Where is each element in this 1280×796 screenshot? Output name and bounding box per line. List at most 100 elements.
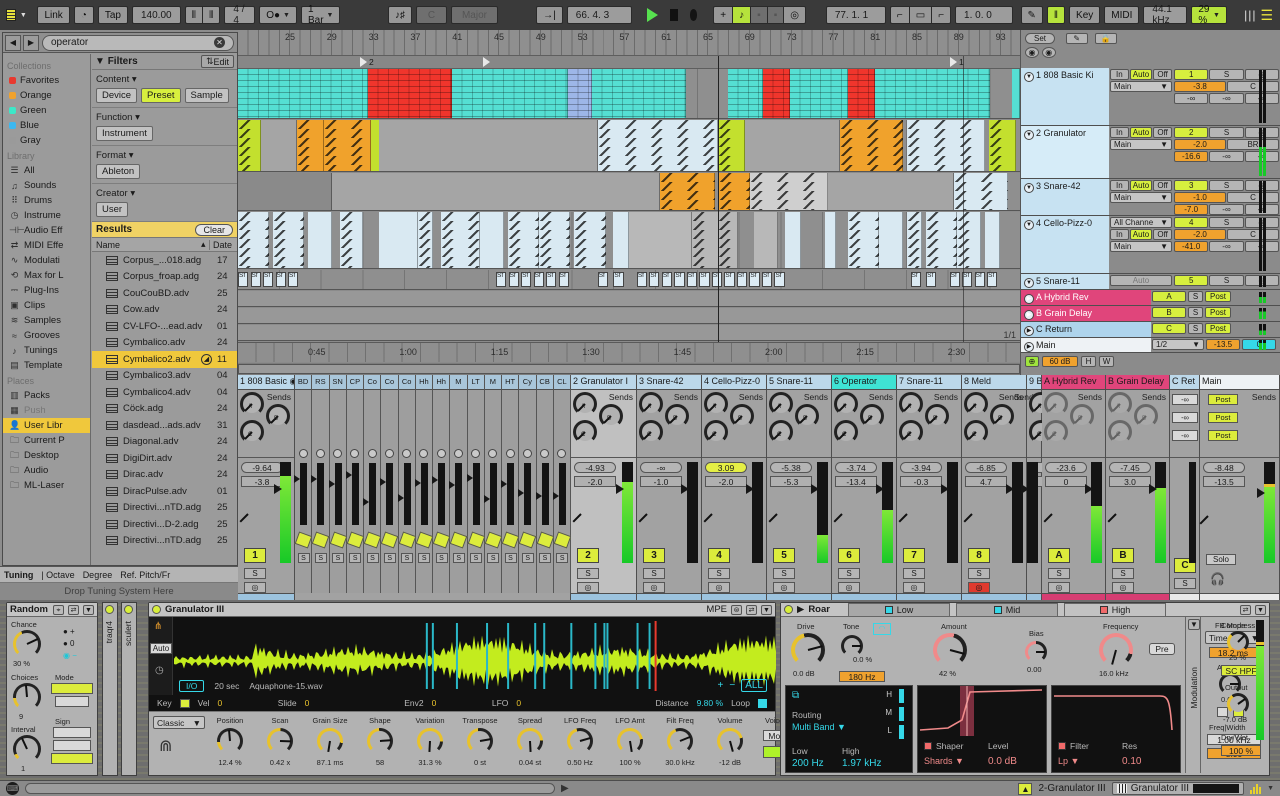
send-b-knob[interactable]: B bbox=[990, 404, 1014, 428]
solo-button[interactable]: S bbox=[1048, 568, 1070, 579]
punch-out-button[interactable]: ⌐ bbox=[931, 6, 951, 24]
drum-pad-strip[interactable]: LTS bbox=[468, 375, 485, 593]
loop-toggle[interactable] bbox=[758, 699, 767, 708]
midi-map-button[interactable]: MIDI bbox=[1104, 6, 1139, 24]
solo-button[interactable]: S bbox=[1209, 275, 1243, 286]
send-a-knob[interactable]: A bbox=[573, 392, 597, 416]
date-column-header[interactable]: Date bbox=[209, 240, 237, 250]
send-b-knob[interactable]: B bbox=[795, 404, 819, 428]
locator-lane[interactable]: 21 bbox=[238, 56, 1020, 69]
play-button[interactable] bbox=[647, 8, 658, 22]
gran-knob-transpose[interactable] bbox=[467, 728, 493, 754]
clip[interactable] bbox=[613, 212, 629, 268]
send-b-field[interactable]: -∞ bbox=[1209, 93, 1243, 104]
strip-title[interactable]: 5 Snare-11 bbox=[767, 375, 831, 390]
clip[interactable] bbox=[660, 173, 715, 210]
clip[interactable] bbox=[957, 212, 980, 268]
file-row[interactable]: Cow.adv24 bbox=[92, 302, 237, 319]
track-name[interactable]: ▼3 Snare-42 bbox=[1021, 179, 1109, 215]
computer-midi-keyboard-icon[interactable]: ⌨ bbox=[6, 782, 19, 795]
polarity-minus[interactable]: ◉ − bbox=[63, 651, 77, 660]
track-number[interactable]: 4 bbox=[708, 548, 730, 563]
menu-icon[interactable]: ☰ bbox=[1260, 7, 1274, 24]
drum-pad-strip[interactable]: CyS bbox=[519, 375, 536, 593]
collection-item[interactable]: Green bbox=[3, 103, 90, 118]
pad-solo-button[interactable]: S bbox=[539, 553, 551, 563]
solo-button[interactable]: S bbox=[1209, 217, 1243, 228]
solo-button[interactable]: S bbox=[577, 568, 599, 579]
return-name[interactable]: ▶A Hybrid Rev bbox=[1021, 290, 1151, 305]
pad-solo-button[interactable]: S bbox=[384, 553, 396, 563]
pad-volume-value[interactable] bbox=[312, 531, 330, 548]
place-item[interactable]: 🗀Current P bbox=[3, 433, 90, 448]
pad-volume-value[interactable] bbox=[450, 531, 468, 548]
main-output-menu[interactable]: 1/2▼ bbox=[1152, 339, 1204, 350]
collection-item[interactable]: Favorites bbox=[3, 73, 90, 88]
pad-volume-value[interactable] bbox=[484, 531, 502, 548]
clip[interactable] bbox=[452, 69, 568, 118]
sc-hpf-button[interactable]: SC HPF bbox=[1221, 665, 1261, 676]
gran-knob-position[interactable] bbox=[217, 728, 243, 754]
random-device-title[interactable]: Random bbox=[10, 604, 49, 615]
clip[interactable] bbox=[907, 120, 985, 171]
fader-handle[interactable] bbox=[616, 484, 624, 494]
output-routing-menu[interactable]: Main▼ bbox=[1110, 81, 1172, 92]
clip[interactable]: Sf bbox=[687, 272, 697, 287]
clip[interactable] bbox=[379, 120, 598, 171]
post-toggle[interactable]: Post bbox=[1208, 412, 1238, 423]
monitor-in-button[interactable]: In bbox=[1110, 180, 1129, 191]
granulator-title[interactable]: Granulator III bbox=[165, 604, 702, 615]
post-toggle[interactable]: Post bbox=[1208, 394, 1238, 405]
pad-arm-button[interactable] bbox=[402, 449, 411, 458]
gran-knob-grain-size[interactable] bbox=[317, 728, 343, 754]
pad-fader[interactable] bbox=[484, 495, 490, 503]
clip[interactable] bbox=[840, 120, 903, 171]
arm-button[interactable]: ◎ bbox=[903, 582, 925, 593]
volume-display[interactable]: -13.5 bbox=[1203, 476, 1245, 487]
selected-chain-label[interactable]: 2-Granulator III bbox=[1038, 783, 1105, 794]
pad-fader[interactable] bbox=[311, 475, 317, 483]
clip[interactable]: Sf bbox=[724, 272, 734, 287]
solo-button[interactable]: S bbox=[968, 568, 990, 579]
unfold-track-icon[interactable]: ▼ bbox=[1024, 278, 1034, 288]
volume-display[interactable]: -5.3 bbox=[770, 476, 812, 487]
roar-band-tab-mid[interactable]: Mid bbox=[956, 603, 1058, 616]
send-a-field[interactable]: -∞ bbox=[1172, 394, 1198, 405]
collection-item[interactable]: Blue bbox=[3, 118, 90, 133]
filter-tag[interactable]: Device bbox=[96, 88, 137, 103]
pad-name[interactable]: M bbox=[450, 375, 466, 390]
gran-knob-spread[interactable] bbox=[517, 728, 543, 754]
tone-knob[interactable] bbox=[841, 635, 863, 657]
pan-field[interactable]: C bbox=[1227, 229, 1279, 240]
strip-title[interactable]: 7 Snare-11 bbox=[897, 375, 961, 390]
peak-display[interactable]: 3.09 bbox=[705, 462, 747, 473]
pad-fader[interactable] bbox=[467, 474, 473, 482]
post-toggle[interactable]: Post bbox=[1208, 430, 1238, 441]
high-split-value[interactable]: 1.97 kHz bbox=[842, 758, 881, 769]
unfold-track-icon[interactable]: ▼ bbox=[1024, 72, 1034, 82]
pad-volume-value[interactable] bbox=[415, 531, 433, 548]
shaper-curve-display[interactable] bbox=[918, 686, 1046, 736]
save-preset-icon[interactable]: ▼ bbox=[83, 605, 94, 615]
re-enable-automation-button[interactable]: ◎ bbox=[783, 6, 806, 24]
clip[interactable] bbox=[273, 212, 304, 268]
filter-tag[interactable]: Sample bbox=[185, 88, 229, 103]
drive-knob[interactable] bbox=[791, 633, 825, 667]
key-toggle[interactable] bbox=[180, 699, 190, 708]
pad-volume-value[interactable] bbox=[467, 531, 485, 548]
pad-fader[interactable] bbox=[415, 479, 421, 487]
pad-volume-value[interactable] bbox=[536, 531, 554, 548]
filter-group-label[interactable]: Creator ▾ bbox=[96, 188, 233, 199]
send-c-knob[interactable]: C bbox=[1108, 420, 1132, 444]
amount-knob[interactable] bbox=[933, 633, 967, 667]
volume-display[interactable]: -1.0 bbox=[640, 476, 682, 487]
clip[interactable]: Sf bbox=[712, 272, 722, 287]
loop-start-field[interactable]: 77. 1. 1 bbox=[826, 6, 886, 24]
cue-icon[interactable]: 🎧 bbox=[1210, 572, 1225, 586]
draw-mode-button[interactable]: ✎ bbox=[1021, 6, 1043, 24]
track-header[interactable]: ▼1 808 Basic KiInAutoOff1S◎Main▼-3.8C-∞-… bbox=[1021, 68, 1280, 126]
choices-knob[interactable] bbox=[13, 683, 41, 711]
send-c-knob[interactable]: C bbox=[704, 420, 728, 444]
solo-button[interactable]: S bbox=[1188, 291, 1203, 302]
pad-name[interactable]: RS bbox=[312, 375, 328, 390]
